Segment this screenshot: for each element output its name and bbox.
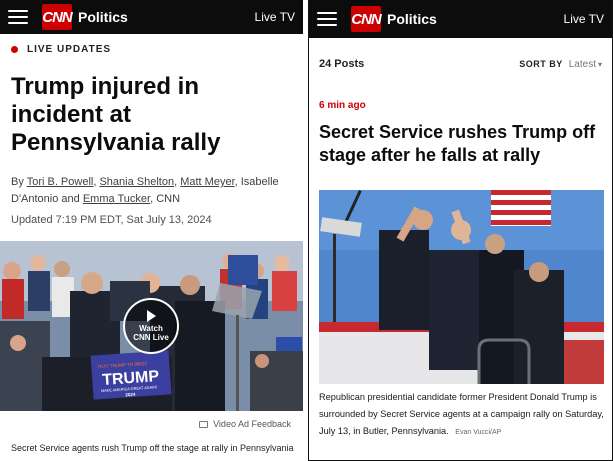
podium-sign: TEXT TRUMP TO 88022 TRUMP MAKE AMERICA G…: [42, 350, 172, 411]
posts-count: 24 Posts: [319, 58, 365, 70]
sort-value: Latest: [568, 58, 596, 70]
left-screenshot: CNN Politics Live TV LIVE UPDATES Trump …: [0, 0, 303, 461]
sort-dropdown[interactable]: Latest ▾: [569, 59, 602, 70]
cnn-logo[interactable]: CNN: [42, 4, 73, 30]
feedback-label: Video Ad Feedback: [213, 419, 291, 429]
cnn-logo[interactable]: CNN: [351, 6, 382, 32]
photo-caption: Republican presidential candidate former…: [319, 389, 607, 441]
author-link[interactable]: Emma Tucker: [83, 193, 150, 205]
updated-timestamp: Updated 7:19 PM EDT, Sat July 13, 2024: [11, 214, 212, 226]
byline-source: CNN: [156, 193, 181, 205]
brand[interactable]: CNN Politics: [42, 4, 128, 30]
watch-cnn-live-button[interactable]: Watch CNN Live: [123, 298, 179, 354]
post-headline: Secret Service rushes Trump off stage af…: [319, 122, 596, 165]
rally-photo: [319, 190, 604, 384]
hamburger-menu-icon[interactable]: [8, 10, 28, 24]
post-photo: [319, 190, 604, 384]
sort-by-label: SORT BY: [519, 59, 563, 69]
live-dot-icon: [11, 46, 18, 53]
author-link[interactable]: Tori B. Powell: [27, 176, 94, 188]
play-icon: [146, 310, 156, 322]
top-navigation-bar: CNN Politics Live TV: [0, 0, 303, 34]
post-timestamp: 6 min ago: [319, 100, 366, 111]
article-headline: Trump injured in incident at Pennsylvani…: [11, 73, 221, 156]
top-navigation-bar: CNN Politics Live TV: [309, 0, 612, 38]
video-ad-feedback-link[interactable]: Video Ad Feedback: [199, 419, 291, 429]
cnn-live-label: CNN Live: [133, 333, 169, 342]
video-player[interactable]: TEXT TRUMP TO 88022 TRUMP MAKE AMERICA G…: [0, 241, 303, 411]
video-caption: Secret Service agents rush Trump off the…: [11, 443, 294, 453]
american-flag: [491, 190, 551, 226]
live-tv-link[interactable]: Live TV: [564, 12, 604, 26]
svg-text:2024: 2024: [125, 392, 136, 398]
byline-prefix: By: [11, 176, 24, 188]
section-label[interactable]: Politics: [387, 11, 437, 27]
live-tv-link[interactable]: Live TV: [255, 10, 295, 24]
hamburger-menu-icon[interactable]: [317, 12, 337, 26]
byline: By Tori B. Powell, Shania Shelton, Matt …: [11, 176, 279, 205]
live-updates-text: LIVE UPDATES: [27, 44, 112, 55]
photo-credit: Evan Vucci/AP: [455, 429, 502, 436]
watch-label: Watch: [139, 324, 163, 333]
author-link[interactable]: Matt Meyer: [180, 176, 234, 188]
live-updates-label: LIVE UPDATES: [0, 34, 303, 55]
posts-toolbar: 24 Posts SORT BY Latest ▾: [309, 38, 612, 70]
feedback-icon: [199, 420, 209, 428]
chevron-down-icon: ▾: [597, 59, 602, 69]
brand[interactable]: CNN Politics: [351, 6, 437, 32]
section-label[interactable]: Politics: [78, 9, 128, 25]
right-screenshot: CNN Politics Live TV 24 Posts SORT BY La…: [308, 0, 613, 461]
author-link[interactable]: Shania Shelton: [99, 176, 174, 188]
